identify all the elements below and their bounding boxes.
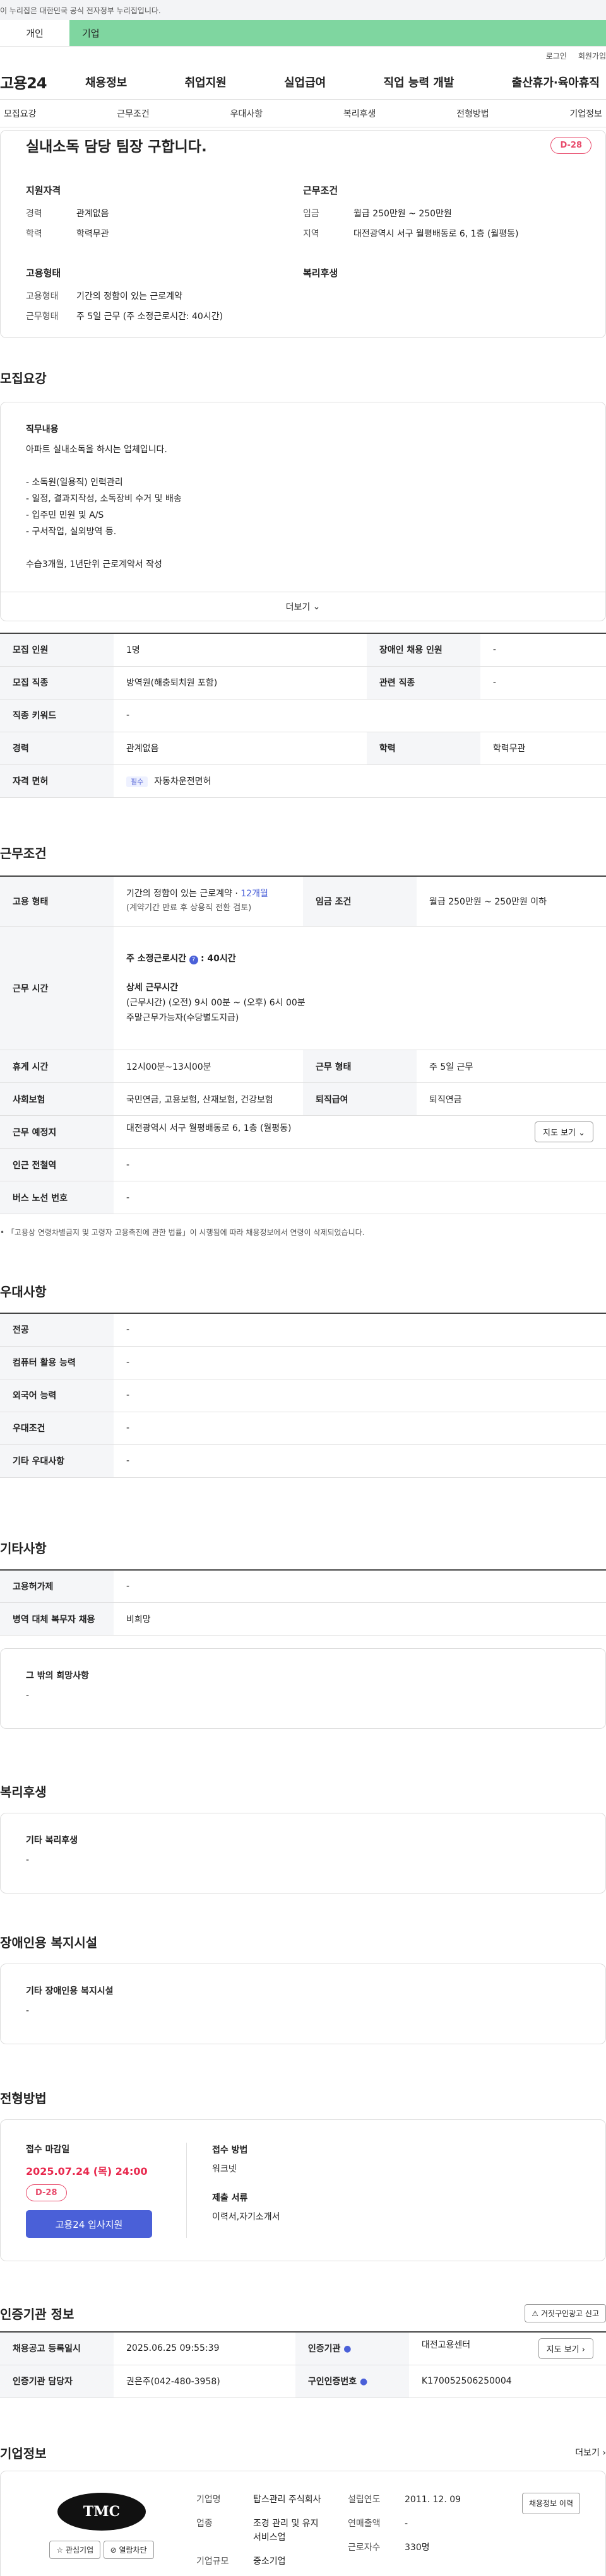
disabled-box: 기타 장애인용 복지시설 - — [0, 1964, 606, 2044]
gnb-unemployment[interactable]: 실업급여 — [278, 74, 332, 90]
site-logo[interactable]: 고용24 — [0, 71, 79, 93]
info-icon[interactable]: ● — [343, 2344, 351, 2354]
company-title: 기업정보 — [0, 2445, 47, 2461]
login-link[interactable]: 로그인 — [546, 50, 567, 61]
duty-line — [26, 540, 580, 556]
anchor-welfare[interactable]: 복리후생 — [340, 107, 380, 120]
dday-badge: D-28 — [550, 136, 591, 154]
emp-heading: 고용형태 — [26, 267, 61, 279]
apply-title: 전형방법 — [0, 2091, 47, 2106]
disabled-title: 장애인용 복지시설 — [0, 1935, 98, 1950]
gnb-employment-support[interactable]: 취업지원 — [179, 74, 233, 90]
duty-line: - 입주민 민원 및 A/S — [26, 510, 104, 520]
anchor-company[interactable]: 기업정보 — [566, 107, 606, 120]
deadline: 2025.07.24 (목) 24:00 — [26, 2165, 148, 2177]
more-button[interactable]: 더보기 ⌄ — [1, 592, 605, 621]
gnb-leave[interactable]: 출산휴가·육아휴직 — [506, 74, 606, 90]
apply-button[interactable]: 고용24 입사지원 — [26, 2210, 152, 2238]
welfare-heading: 복리후생 — [303, 267, 338, 279]
section-anchor-nav: 모집요강 근무조건 우대사항 복리후생 전형방법 기업정보 — [0, 100, 606, 127]
recruit-table: 모집 인원 1명 장애인 채용 인원 - 모집 직종 방역원(해충퇴치원 포함) 관련 직… — [0, 633, 606, 798]
duty-content: 아파트 실내소독을 하시는 업체입니다. - 소독원(일용직) 인력관리 - 일정… — [26, 442, 580, 573]
qual-heading: 지원자격 — [26, 185, 61, 196]
report-button[interactable]: ⚠ 거짓구인광고 신고 — [525, 2304, 606, 2322]
job-summary-card: 실내소독 담당 팀장 구합니다. D-28 지원자격 경력 관계없음 학력 학력무관… — [0, 130, 606, 338]
pref-table: 전공 - 컴퓨터 활용 능력 - 외국어 능력 - 우대조건 - 기타 우대사항 - — [0, 1313, 606, 1478]
anchor-work[interactable]: 근무조건 — [113, 107, 153, 120]
welfare-box: 기타 복리후생 - — [0, 1813, 606, 1894]
map-button[interactable]: 지도 보기 ⌄ — [534, 1121, 593, 1142]
favorite-button[interactable]: ☆ 관심기업 — [49, 2540, 101, 2559]
history-button[interactable]: 채용정보 이력 — [521, 2492, 580, 2514]
cond-heading: 근무조건 — [303, 185, 338, 196]
work-title: 근무조건 — [0, 845, 47, 861]
gov-banner: 이 누리집은 대한민국 공식 전자정부 누리집입니다. — [0, 0, 606, 20]
company-card: TMC ☆ 관심기업 ⊘ 열람차단 기업명 탑스관리 주식회사 업종 조경 관리 및… — [0, 2470, 606, 2576]
utility-menu: 로그인 회원가입 — [0, 47, 606, 64]
wish-box: 그 밖의 희망사항 - — [0, 1648, 606, 1729]
help-icon[interactable]: ? — [189, 955, 198, 964]
etc-title: 기타사항 — [0, 1540, 47, 1556]
signup-link[interactable]: 회원가입 — [578, 50, 606, 61]
job-title: 실내소독 담당 팀장 구합니다. — [26, 139, 207, 155]
company-logo: TMC — [57, 2492, 146, 2531]
duty-line: - 일정, 결과지작성, 소독장비 수거 및 배송 — [26, 494, 182, 504]
global-nav: 고용24 채용정보 취업지원 실업급여 직업 능력 개발 출산휴가·육아휴직 — [0, 64, 606, 100]
duty-line: 아파트 실내소독을 하시는 업체입니다. — [26, 445, 167, 455]
duty-line: - 구서작업, 실외방역 등. — [26, 527, 117, 537]
alert-icon: ⚠ — [532, 2309, 539, 2318]
duty-line: 수습3개월, 1년단위 근로계약서 작성 — [26, 559, 162, 570]
cert-map-button[interactable]: 지도 보기 › — [538, 2338, 593, 2359]
gnb-jobs[interactable]: 채용정보 — [79, 74, 133, 90]
apply-box: 접수 마감일 2025.07.24 (목) 24:00 D-28 고용24 입사… — [0, 2119, 606, 2261]
company-more-link[interactable]: 더보기 › — [575, 2446, 606, 2459]
apply-dday-badge: D-28 — [26, 2184, 67, 2201]
welfare-title: 복리후생 — [0, 1784, 47, 1800]
anchor-apply[interactable]: 전형방법 — [453, 107, 493, 120]
tab-company[interactable]: 기업 — [69, 20, 606, 46]
block-button[interactable]: ⊘ 열람차단 — [103, 2540, 154, 2559]
user-type-tabs: 개인 기업 — [0, 20, 606, 47]
anchor-pref[interactable]: 우대사항 — [227, 107, 267, 120]
tab-personal[interactable]: 개인 — [0, 20, 69, 46]
etc-table: 고용허가제 - 병역 대체 복무자 채용 비희망 — [0, 1569, 606, 1636]
gnb-training[interactable]: 직업 능력 개발 — [377, 74, 461, 90]
cert-title: 인증기관 정보 — [0, 2307, 74, 2322]
duty-box: 직무내용 아파트 실내소독을 하시는 업체입니다. - 소독원(일용직) 인력관… — [0, 402, 606, 621]
duty-line — [26, 458, 580, 474]
chevron-down-icon: ⌄ — [312, 601, 321, 612]
duty-line: - 소독원(일용직) 인력관리 — [26, 477, 123, 488]
recruit-title: 모집요강 — [0, 371, 47, 386]
pref-title: 우대사항 — [0, 1284, 47, 1299]
required-badge: 필수 — [126, 776, 148, 787]
work-table: 고용 형태 기간의 정함이 있는 근로계약 · 12개월 (계약기간 만료 후 상… — [0, 875, 606, 1214]
cert-table: 채용공고 등록일시 2025.06.25 09:55:39 인증기관 ● 대전고용센터… — [0, 2331, 606, 2398]
info-icon[interactable]: ● — [360, 2377, 367, 2387]
age-note: • 「고용상 연령차별금지 및 고령자 고용촉진에 관한 법률」이 시행됨에 따… — [0, 1228, 365, 1237]
anchor-recruit[interactable]: 모집요강 — [0, 107, 40, 120]
